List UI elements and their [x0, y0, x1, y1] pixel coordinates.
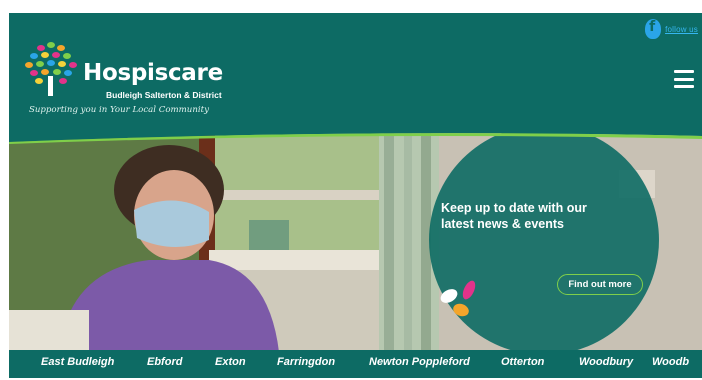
village-link-ebford[interactable]: Ebford: [147, 356, 182, 368]
village-link-exton[interactable]: Exton: [215, 356, 246, 368]
follow-us[interactable]: follow us: [645, 19, 698, 39]
hero-photo: [9, 130, 702, 352]
village-link-woodbury-salterton[interactable]: Woodb: [652, 356, 689, 368]
promo-heading: Keep up to date with our latest news & e…: [441, 201, 587, 231]
site-header: follow us: [9, 13, 702, 143]
facebook-icon[interactable]: [645, 19, 662, 39]
hospiscare-logo[interactable]: Hospiscare Budleigh Salterton & District…: [23, 40, 223, 120]
follow-us-link[interactable]: follow us: [665, 25, 698, 34]
find-out-more-button[interactable]: Find out more: [557, 274, 643, 295]
swoosh-divider: [9, 130, 702, 144]
menu-icon[interactable]: [674, 70, 694, 88]
brand-name: Hospiscare: [83, 60, 223, 86]
village-link-otterton[interactable]: Otterton: [501, 356, 544, 368]
brand-tagline: Supporting you in Your Local Community: [29, 105, 209, 115]
village-link-farringdon[interactable]: Farringdon: [277, 356, 335, 368]
hero-banner: [9, 130, 702, 352]
village-link-woodbury[interactable]: Woodbury: [579, 356, 633, 368]
village-link-newton-poppleford[interactable]: Newton Poppleford: [369, 356, 470, 368]
tree-logo-icon: [25, 42, 77, 96]
brand-subtitle: Budleigh Salterton & District: [106, 90, 222, 100]
village-link-east-budleigh[interactable]: East Budleigh: [41, 356, 114, 368]
villages-bar: East Budleigh Ebford Exton Farringdon Ne…: [9, 350, 702, 378]
